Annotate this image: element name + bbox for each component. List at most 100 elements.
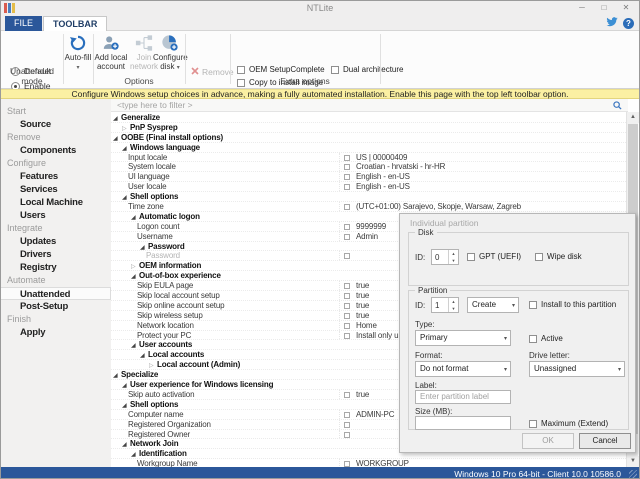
info-banner: Configure Windows setup choices in advan… (1, 89, 639, 99)
sidebar-item-apply[interactable]: Apply (1, 326, 111, 339)
size-mb-input[interactable] (415, 416, 511, 430)
tree-value-text: Install only u (356, 331, 398, 341)
partition-label-input[interactable]: Enter partition label (415, 390, 511, 404)
maximize-button[interactable]: □ (593, 1, 615, 14)
install-to-partition-checkbox[interactable]: Install to this partition (529, 300, 616, 309)
scroll-up-icon[interactable]: ▲ (627, 112, 639, 123)
disk-groupbox: Disk ID: 0 ▲▼ GPT (UEFI) Wipe disk (408, 232, 629, 286)
partition-groupbox: Partition ID: 1 ▲▼ Create Install to thi… (408, 290, 629, 430)
value-edit-icon (344, 412, 350, 418)
tree-value-cell[interactable]: (UTC+01:00) Sarajevo, Skopje, Warsaw, Za… (339, 202, 628, 211)
checkbox-dual-architecture[interactable]: Dual architecture (331, 65, 403, 74)
remove-button[interactable]: Remove (191, 67, 234, 77)
add-account-icon (102, 34, 120, 52)
sidebar-item-users[interactable]: Users (1, 209, 111, 222)
tree-value-text: (UTC+01:00) Sarajevo, Skopje, Warsaw, Za… (356, 202, 521, 212)
tree-setting-label: Skip auto activation (128, 390, 194, 400)
ribbon: Default Enable Unattended mode Auto-fill… (1, 31, 639, 89)
tree-setting-label: Registered Owner (128, 430, 190, 440)
tree-setting-label: Registered Organization (128, 420, 211, 430)
tab-file[interactable]: FILE (5, 16, 42, 31)
disk-id-spinner[interactable]: 0 ▲▼ (431, 249, 459, 265)
tree-value-cell[interactable]: US | 00000409 (339, 153, 628, 162)
tree-value-text: true (356, 311, 369, 321)
sidebar-item-services[interactable]: Services (1, 183, 111, 196)
sidebar-item-registry[interactable]: Registry (1, 261, 111, 274)
tree-row[interactable]: ◢Shell options (111, 192, 628, 202)
tree-setting-label: User locale (128, 182, 166, 192)
sidebar-item-local-machine[interactable]: Local Machine (1, 196, 111, 209)
tree-row[interactable]: ▷PnP Sysprep (111, 123, 628, 133)
titlebar: NTLite ─ □ ✕ (1, 1, 639, 15)
maximum-extend-checkbox[interactable]: Maximum (Extend) (529, 419, 608, 428)
tree-value-text: Croatian - hrvatski - hr-HR (356, 162, 445, 172)
configure-disk-icon (161, 34, 179, 52)
tree-setting-label: Protect your PC (137, 331, 191, 341)
cancel-button[interactable]: Cancel (579, 433, 631, 449)
tree-row[interactable]: UI languageEnglish - en-US (111, 172, 628, 182)
minimize-button[interactable]: ─ (571, 1, 593, 14)
tree-value-text: WORKGROUP (356, 459, 409, 467)
format-select[interactable]: Do not format (415, 361, 511, 377)
help-icon[interactable]: ? (623, 18, 634, 29)
checkbox-oem-setupcomplete[interactable]: OEM SetupComplete (237, 65, 325, 74)
spinner-arrows[interactable]: ▲▼ (448, 298, 458, 312)
sidebar-item-post-setup[interactable]: Post-Setup (1, 300, 111, 313)
filter-input[interactable]: <type here to filter > (111, 99, 628, 112)
resize-grip[interactable] (629, 470, 637, 478)
tree-row[interactable]: ◢OOBE (Final install options) (111, 133, 628, 143)
configure-disk-button[interactable]: Configure disk ▾ (153, 34, 187, 72)
sidebar-section-header: Finish (1, 313, 111, 326)
sidebar-item-drivers[interactable]: Drivers (1, 248, 111, 261)
ok-button[interactable]: OK (522, 433, 574, 449)
sidebar-item-unattended[interactable]: Unattended (1, 287, 111, 300)
tree-value-text: ADMIN-PC (356, 410, 394, 420)
individual-partition-dialog: Individual partition Disk ID: 0 ▲▼ GPT (… (399, 213, 636, 453)
sidebar-item-features[interactable]: Features (1, 170, 111, 183)
spinner-arrows[interactable]: ▲▼ (448, 250, 458, 264)
tree-row[interactable]: Time zone (UTC+01:00) Sarajevo, Skopje, W… (111, 202, 628, 212)
value-edit-icon (344, 174, 350, 180)
tree-value-cell[interactable]: English - en-US (339, 182, 628, 191)
search-icon[interactable] (613, 101, 622, 113)
scroll-down-icon[interactable]: ▼ (627, 456, 639, 467)
active-checkbox[interactable]: Active (529, 334, 563, 343)
tree-row[interactable]: Workgroup NameWORKGROUP (111, 459, 628, 467)
twitter-icon[interactable] (606, 17, 618, 29)
tree-setting-label: Skip wireless setup (137, 311, 203, 321)
autofill-caret: ▾ (76, 65, 79, 71)
value-edit-icon (344, 303, 350, 309)
tree-setting-label: Password (146, 251, 180, 261)
tree-row[interactable]: ◢Windows language (111, 143, 628, 153)
value-edit-icon (344, 333, 350, 339)
window-title: NTLite (1, 3, 639, 13)
group-label-options: Options (93, 76, 185, 86)
tree-row[interactable]: User locale English - en-US (111, 182, 628, 192)
tree-row[interactable]: System localeCroatian - hrvatski - hr-HR (111, 162, 628, 172)
partition-action-select[interactable]: Create (467, 297, 519, 313)
tree-value-cell[interactable]: Croatian - hrvatski - hr-HR (339, 162, 628, 171)
tab-toolbar[interactable]: TOOLBAR (43, 16, 107, 31)
sidebar-item-updates[interactable]: Updates (1, 235, 111, 248)
sidebar-item-source[interactable]: Source (1, 118, 111, 131)
autofill-button[interactable]: Auto-fill ▾ (61, 34, 95, 72)
tree-setting-label: Time zone (128, 202, 164, 212)
tree-value-text: true (356, 301, 369, 311)
tree-setting-label: Input locale (128, 153, 167, 163)
tree-value-cell[interactable]: English - en-US (339, 172, 628, 181)
partition-type-select[interactable]: Primary (415, 330, 511, 346)
wipe-disk-checkbox[interactable]: Wipe disk (535, 252, 582, 261)
partition-id-spinner[interactable]: 1 ▲▼ (431, 297, 459, 313)
tree-value-text: 9999999 (356, 222, 386, 232)
add-local-account-button[interactable]: Add local account (94, 34, 128, 71)
sidebar-item-components[interactable]: Components (1, 144, 111, 157)
value-edit-icon (344, 293, 350, 299)
tree-value-cell[interactable]: WORKGROUP (339, 459, 628, 467)
value-edit-icon (344, 224, 350, 230)
tree-row[interactable]: Input locale US | 00000409 (111, 153, 628, 163)
drive-letter-select[interactable]: Unassigned (529, 361, 625, 377)
gpt-uefi-checkbox[interactable]: GPT (UEFI) (467, 252, 521, 261)
close-button[interactable]: ✕ (615, 1, 637, 14)
tree-row[interactable]: ◢Generalize (111, 113, 628, 123)
tree-value-text: Home (356, 321, 377, 331)
